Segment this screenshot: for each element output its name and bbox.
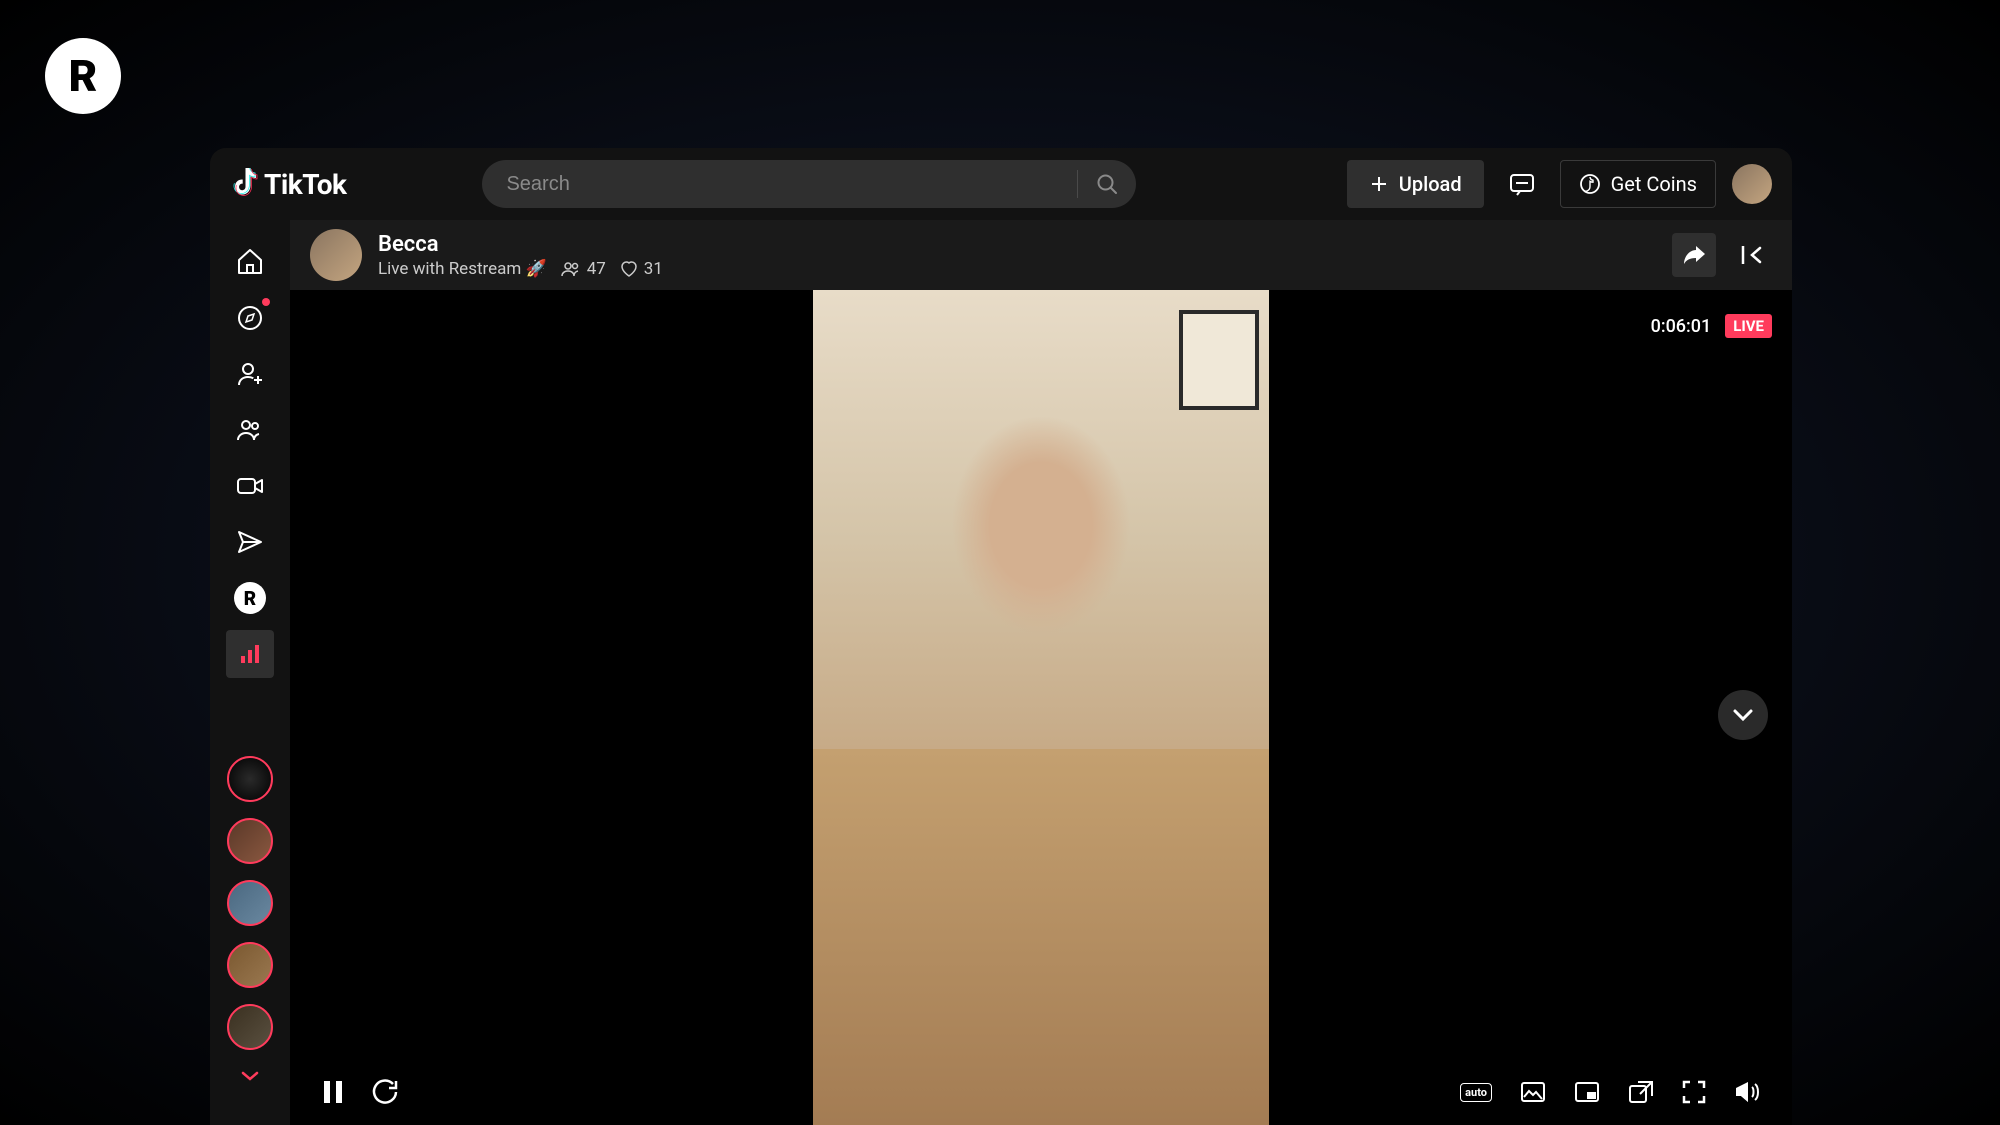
tiktok-icon: [230, 168, 258, 200]
heart-icon: [620, 261, 638, 277]
send-icon: [236, 528, 264, 556]
pip-icon: [1574, 1081, 1600, 1103]
refresh-button[interactable]: [372, 1079, 398, 1105]
volume-button[interactable]: [1734, 1080, 1760, 1104]
search-button[interactable]: [1078, 172, 1136, 196]
get-coins-button[interactable]: Get Coins: [1560, 160, 1716, 208]
notification-dot: [262, 298, 270, 306]
people-icon: [236, 416, 264, 444]
sidebar-item-home[interactable]: [226, 238, 274, 286]
profile-avatar[interactable]: [1732, 164, 1772, 204]
search-box: [482, 160, 1136, 208]
controls-right: auto: [1460, 1080, 1760, 1104]
streamer-sub-row: Live with Restream 🚀 47 31: [378, 259, 663, 279]
streamer-name: Becca: [378, 232, 663, 257]
collapse-icon: [1740, 244, 1764, 266]
mini-player-button[interactable]: [1574, 1081, 1600, 1103]
main-area: R Becca Live wit: [210, 220, 1792, 1125]
message-icon: [1508, 170, 1536, 198]
quality-button[interactable]: auto: [1460, 1083, 1492, 1102]
restream-logo-icon: R: [234, 582, 266, 614]
content-area: Becca Live with Restream 🚀 47 31: [290, 220, 1792, 1125]
pause-icon: [322, 1079, 344, 1105]
sidebar: R: [210, 220, 290, 1125]
controls-left: [322, 1079, 398, 1105]
popout-icon: [1628, 1080, 1654, 1104]
header-actions: [1672, 233, 1772, 277]
viewer-count-stat: 47: [561, 259, 606, 279]
following-avatar-2[interactable]: [227, 818, 273, 864]
collapse-panel-button[interactable]: [1732, 236, 1772, 274]
video-area: 0:06:01 LIVE: [290, 290, 1792, 1125]
refresh-icon: [372, 1079, 398, 1105]
sidebar-item-following[interactable]: [226, 350, 274, 398]
sidebar-item-inbox[interactable]: [226, 518, 274, 566]
following-avatar-1[interactable]: [227, 756, 273, 802]
fullscreen-icon: [1682, 1080, 1706, 1104]
streamer-info: Becca Live with Restream 🚀 47 31: [378, 232, 663, 279]
player-controls: auto: [290, 1079, 1792, 1105]
home-icon: [235, 247, 265, 277]
search-icon: [1095, 172, 1119, 196]
stream-timer: 0:06:01: [1651, 316, 1712, 337]
sidebar-item-explore[interactable]: [226, 294, 274, 342]
quality-label: auto: [1460, 1083, 1492, 1102]
fullscreen-button[interactable]: [1682, 1080, 1706, 1104]
stream-header: Becca Live with Restream 🚀 47 31: [290, 220, 1792, 290]
pause-button[interactable]: [322, 1079, 344, 1105]
status-overlay: 0:06:01 LIVE: [1651, 314, 1772, 338]
chevron-down-icon: [1731, 708, 1755, 722]
chart-icon: [238, 642, 262, 666]
theater-mode-button[interactable]: [1520, 1081, 1546, 1103]
landscape-icon: [1520, 1081, 1546, 1103]
coin-icon: [1579, 173, 1601, 195]
brand-logo[interactable]: TikTok: [230, 168, 346, 201]
sidebar-item-live[interactable]: [226, 462, 274, 510]
video-feed[interactable]: [813, 290, 1269, 1125]
overlay-logo-letter: R: [69, 50, 98, 102]
sidebar-item-restream[interactable]: R: [226, 574, 274, 622]
like-count: 31: [644, 259, 663, 279]
compass-icon: [236, 304, 264, 332]
viewer-count: 47: [587, 259, 606, 279]
search-input[interactable]: [482, 173, 1077, 196]
like-count-stat: 31: [620, 259, 663, 279]
restream-overlay-logo: R: [45, 38, 121, 114]
topbar: TikTok Upload Get Coins: [210, 148, 1792, 220]
following-avatar-4[interactable]: [227, 942, 273, 988]
messages-button[interactable]: [1500, 162, 1544, 206]
brand-text: TikTok: [264, 168, 346, 201]
following-avatar-3[interactable]: [227, 880, 273, 926]
pop-out-button[interactable]: [1628, 1080, 1654, 1104]
scroll-next-button[interactable]: [1718, 690, 1768, 740]
video-icon: [236, 472, 264, 500]
streamer-avatar[interactable]: [310, 229, 362, 281]
viewers-icon: [561, 261, 581, 277]
app-window: TikTok Upload Get Coins: [210, 148, 1792, 1125]
share-icon: [1682, 244, 1706, 266]
sidebar-item-friends[interactable]: [226, 406, 274, 454]
person-plus-icon: [236, 360, 264, 388]
plus-icon: [1369, 174, 1389, 194]
upload-label: Upload: [1399, 172, 1462, 196]
live-badge: LIVE: [1725, 314, 1772, 338]
stream-subtitle: Live with Restream 🚀: [378, 259, 547, 279]
following-more-button[interactable]: [240, 1070, 260, 1082]
top-actions: Upload Get Coins: [1347, 160, 1772, 208]
share-button[interactable]: [1672, 233, 1716, 277]
following-avatar-5[interactable]: [227, 1004, 273, 1050]
getcoins-label: Get Coins: [1611, 172, 1697, 196]
sidebar-item-analytics[interactable]: [226, 630, 274, 678]
chevron-down-icon: [240, 1070, 260, 1082]
upload-button[interactable]: Upload: [1347, 160, 1484, 208]
background-decor: [1179, 310, 1259, 410]
volume-icon: [1734, 1080, 1760, 1104]
